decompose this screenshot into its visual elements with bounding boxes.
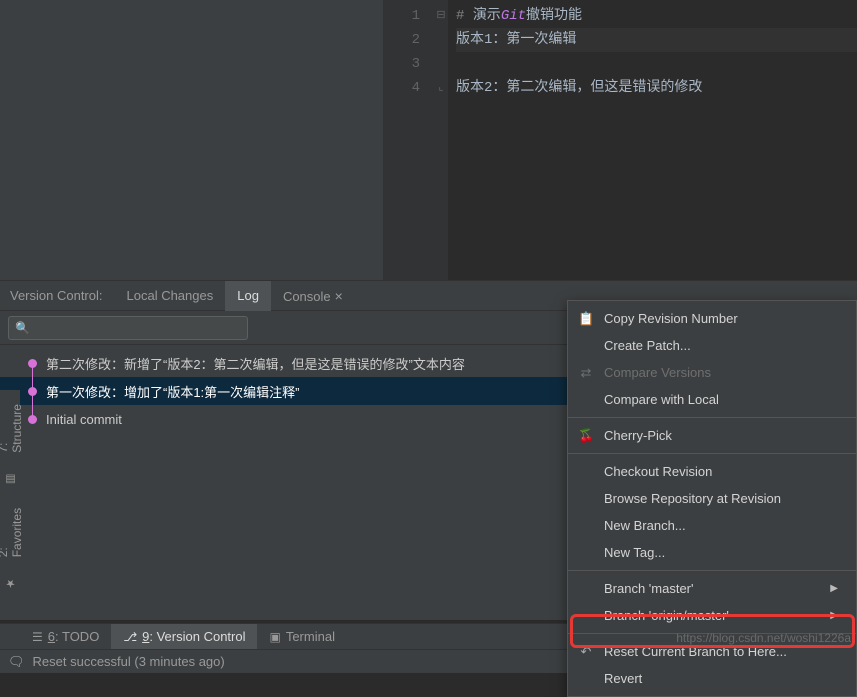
menu-icon: ⇄ [578, 365, 594, 381]
branch-icon: ⎇ [123, 624, 137, 650]
structure-icon: ▤ [4, 473, 17, 486]
menu-separator [568, 453, 856, 454]
structure-tab[interactable]: 7: Structure [0, 398, 26, 457]
menu-label: Browse Repository at Revision [604, 491, 781, 506]
submenu-arrow-icon: ▶ [830, 583, 838, 594]
search-input[interactable]: 🔍 [8, 316, 248, 340]
code-line[interactable]: 版本1：第一次编辑 [456, 28, 857, 52]
commit-message: 第一次修改：增加了“版本1:第一次编辑注释” [46, 382, 300, 401]
code-editor[interactable]: 1234 ⊟ ⌞ # 演示Git撤销功能版本1：第一次编辑版本2：第二次编辑，但… [384, 0, 857, 280]
terminal-tab[interactable]: ▣Terminal [257, 624, 346, 650]
code-lines[interactable]: # 演示Git撤销功能版本1：第一次编辑版本2：第二次编辑，但这是错误的修改 [448, 0, 857, 280]
left-side-tabs: 7: Structure ▤ 2: Favorites ★ [0, 390, 20, 590]
menu-label: Branch 'origin/master' [604, 608, 729, 623]
fold-column: ⊟ ⌞ [434, 0, 448, 280]
menu-label: Branch 'master' [604, 581, 694, 596]
favorites-tab[interactable]: 2: Favorites [0, 502, 26, 561]
commit-message: 第二次修改：新增了“版本2：第二次编辑，但是这是错误的修改”文本内容 [46, 354, 465, 373]
menu-separator [568, 417, 856, 418]
project-panel [0, 0, 384, 280]
menu-icon: 🍒 [578, 428, 594, 444]
menu-label: Create Patch... [604, 338, 691, 353]
menu-label: Revert [604, 671, 642, 686]
menu-label: Checkout Revision [604, 464, 712, 479]
menu-icon: 📋 [578, 311, 594, 327]
gutter: 1234 [384, 0, 434, 280]
vc-title: Version Control: [10, 288, 103, 303]
code-line[interactable]: # 演示Git撤销功能 [456, 4, 857, 28]
search-icon: 🔍 [15, 321, 30, 335]
tab-console[interactable]: Console× [271, 281, 355, 311]
watermark: https://blog.csdn.net/woshi1226a [676, 631, 851, 645]
menu-item[interactable]: Branch 'origin/master' ▶ [568, 602, 856, 629]
menu-item[interactable]: Branch 'master' ▶ [568, 575, 856, 602]
terminal-icon: ▣ [269, 624, 280, 650]
menu-item[interactable]: Checkout Revision [568, 458, 856, 485]
menu-label: Compare Versions [604, 365, 711, 380]
menu-label: New Branch... [604, 518, 686, 533]
menu-item[interactable]: New Tag... [568, 539, 856, 566]
submenu-arrow-icon: ▶ [830, 610, 838, 621]
menu-label: Reset Current Branch to Here... [604, 644, 787, 659]
menu-item[interactable]: Revert [568, 665, 856, 692]
commit-dot-icon [28, 415, 37, 424]
menu-item[interactable]: 🍒 Cherry-Pick [568, 422, 856, 449]
menu-label: Compare with Local [604, 392, 719, 407]
todo-tab[interactable]: ☰6: TODO [20, 624, 111, 650]
tab-log[interactable]: Log [225, 281, 271, 311]
code-line[interactable] [456, 52, 857, 76]
menu-item[interactable]: 📋 Copy Revision Number [568, 305, 856, 332]
status-message: Reset successful (3 minutes ago) [33, 654, 225, 669]
menu-item[interactable]: Browse Repository at Revision [568, 485, 856, 512]
commit-message: Initial commit [46, 412, 122, 427]
tab-local-changes[interactable]: Local Changes [115, 281, 226, 311]
menu-item: ⇄ Compare Versions [568, 359, 856, 386]
menu-separator [568, 570, 856, 571]
menu-icon: ↶ [578, 644, 594, 660]
list-icon: ☰ [32, 624, 43, 650]
menu-label: New Tag... [604, 545, 665, 560]
code-line[interactable]: 版本2：第二次编辑，但这是错误的修改 [456, 76, 857, 100]
menu-label: Copy Revision Number [604, 311, 738, 326]
close-icon[interactable]: × [335, 288, 343, 304]
info-icon: 🗨 [8, 654, 25, 670]
star-icon: ★ [4, 577, 17, 590]
menu-item[interactable]: Create Patch... [568, 332, 856, 359]
menu-item[interactable]: New Branch... [568, 512, 856, 539]
version-control-tab[interactable]: ⎇9: Version Control [111, 624, 257, 650]
menu-label: Cherry-Pick [604, 428, 672, 443]
menu-item[interactable]: Compare with Local [568, 386, 856, 413]
